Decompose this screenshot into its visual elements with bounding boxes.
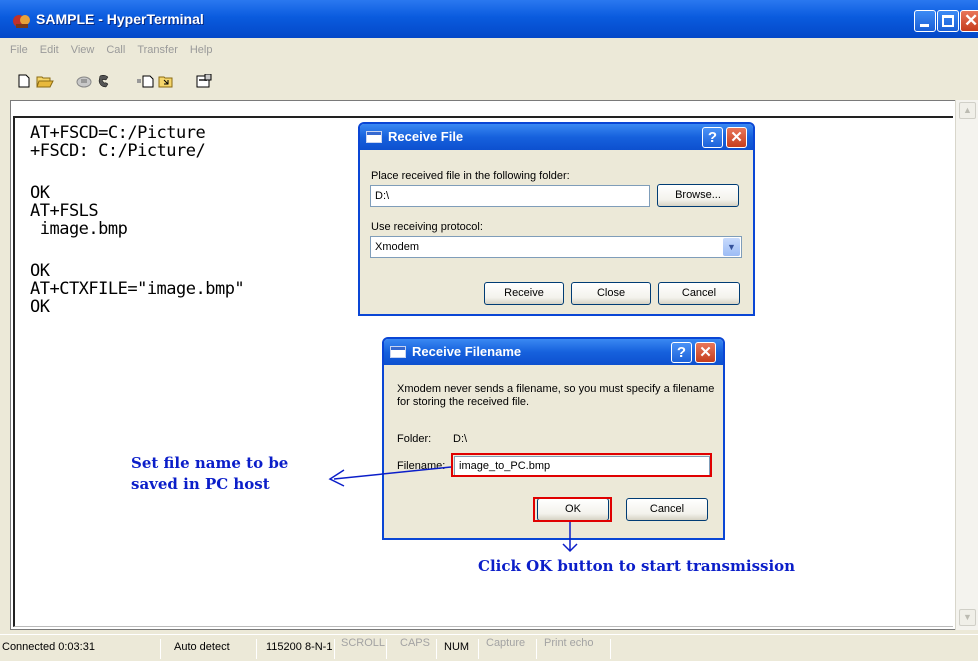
terminal-line: OK (30, 261, 50, 281)
terminal-line: AT+FSLS (30, 201, 99, 221)
status-separator (536, 639, 537, 659)
send-icon[interactable] (136, 74, 154, 88)
folder-label: Folder: (397, 433, 432, 445)
menu-file[interactable]: File (0, 41, 32, 56)
status-separator (256, 639, 257, 659)
menu-view[interactable]: View (63, 41, 99, 56)
folder-input[interactable]: D:\ (370, 185, 650, 207)
help-button[interactable]: ? (702, 127, 723, 148)
ok-annotation: Click OK button to start transmission (478, 557, 796, 575)
filename-annotation-line2: saved in PC host (131, 475, 270, 493)
close-icon: ✕ (964, 11, 978, 30)
menu-help[interactable]: Help (182, 41, 217, 56)
receive-button[interactable]: Receive (484, 282, 564, 305)
close-window-button[interactable]: ✕ (960, 10, 978, 32)
menu-call[interactable]: Call (98, 41, 129, 56)
new-connection-icon[interactable] (16, 74, 32, 88)
status-separator (386, 639, 387, 659)
menu-bar: File Edit View Call Transfer Help (0, 40, 978, 60)
close-button[interactable]: ✕ (726, 127, 747, 148)
status-separator (160, 639, 161, 659)
vertical-scrollbar[interactable]: ▲ ▼ (955, 100, 978, 630)
dialog-title-bar[interactable]: Receive File ? ✕ (360, 124, 753, 150)
filename-highlight (451, 453, 712, 477)
open-icon[interactable] (36, 74, 54, 88)
terminal-line: AT+FSCD=C:/Picture (30, 123, 206, 143)
menu-edit[interactable]: Edit (32, 41, 63, 56)
window-icon (390, 346, 406, 358)
protocol-select[interactable]: Xmodem ▼ (370, 236, 742, 258)
protocol-value: Xmodem (375, 241, 420, 253)
window-icon (366, 131, 382, 143)
status-separator (610, 639, 611, 659)
receive-icon[interactable] (158, 74, 176, 88)
window-title: SAMPLE - HyperTerminal (36, 11, 204, 27)
chevron-down-icon[interactable]: ▼ (723, 238, 740, 256)
filename-message: Xmodem never sends a filename, so you mu… (397, 383, 715, 408)
terminal-line: OK (30, 183, 50, 203)
hyperterminal-app-icon (13, 15, 30, 28)
status-connected: Connected 0:03:31 (2, 641, 95, 653)
hyperterminal-window: SAMPLE - HyperTerminal ✕ File Edit View Cal… (0, 0, 978, 661)
status-print-echo: Print echo (544, 637, 594, 649)
status-separator (478, 639, 479, 659)
minimize-icon (920, 24, 929, 27)
help-button[interactable]: ? (671, 342, 692, 363)
disconnect-icon[interactable] (76, 74, 92, 88)
terminal-line: AT+CTXFILE="image.bmp" (30, 279, 245, 299)
status-bar: Connected 0:03:31 Auto detect 115200 8-N… (0, 634, 978, 661)
dialog-title-bar[interactable]: Receive Filename ? ✕ (384, 339, 723, 365)
close-dialog-button[interactable]: Close (571, 282, 651, 305)
minimize-button[interactable] (914, 10, 936, 32)
scroll-up-icon[interactable]: ▲ (959, 102, 976, 119)
ok-highlight (533, 497, 612, 522)
browse-button[interactable]: Browse... (657, 184, 739, 207)
cancel-button[interactable]: Cancel (626, 498, 708, 521)
status-settings: 115200 8-N-1 (266, 641, 333, 653)
status-separator (334, 639, 335, 659)
maximize-icon (942, 15, 954, 27)
status-scroll: SCROLL (341, 637, 386, 649)
folder-label: Place received file in the following fol… (371, 170, 570, 182)
dialog-title: Receive Filename (412, 344, 522, 359)
toolbar (0, 64, 978, 94)
filename-annotation-line1: Set file name to be (131, 454, 289, 472)
dial-icon[interactable] (96, 74, 112, 88)
terminal-line: +FSCD: C:/Picture/ (30, 141, 206, 161)
title-bar[interactable]: SAMPLE - HyperTerminal ✕ (0, 0, 978, 38)
close-button[interactable]: ✕ (695, 342, 716, 363)
annotation-arrow-icon (328, 466, 452, 487)
cancel-button[interactable]: Cancel (658, 282, 740, 305)
status-detect: Auto detect (174, 641, 230, 653)
protocol-label: Use receiving protocol: (371, 221, 483, 233)
terminal-line: image.bmp (30, 219, 128, 239)
menu-transfer[interactable]: Transfer (129, 41, 182, 56)
scroll-down-icon[interactable]: ▼ (959, 609, 976, 626)
status-separator (436, 639, 437, 659)
status-num: NUM (444, 641, 470, 653)
dialog-title: Receive File (388, 129, 464, 144)
maximize-button[interactable] (937, 10, 959, 32)
properties-icon[interactable] (196, 74, 212, 88)
status-capture: Capture (486, 637, 526, 649)
folder-value: D:\ (453, 433, 468, 445)
terminal-line: OK (30, 297, 50, 317)
receive-file-dialog: Receive File ? ✕ Place received file in … (358, 122, 755, 316)
annotation-down-arrow-icon (562, 522, 578, 553)
status-caps: CAPS (400, 637, 430, 649)
